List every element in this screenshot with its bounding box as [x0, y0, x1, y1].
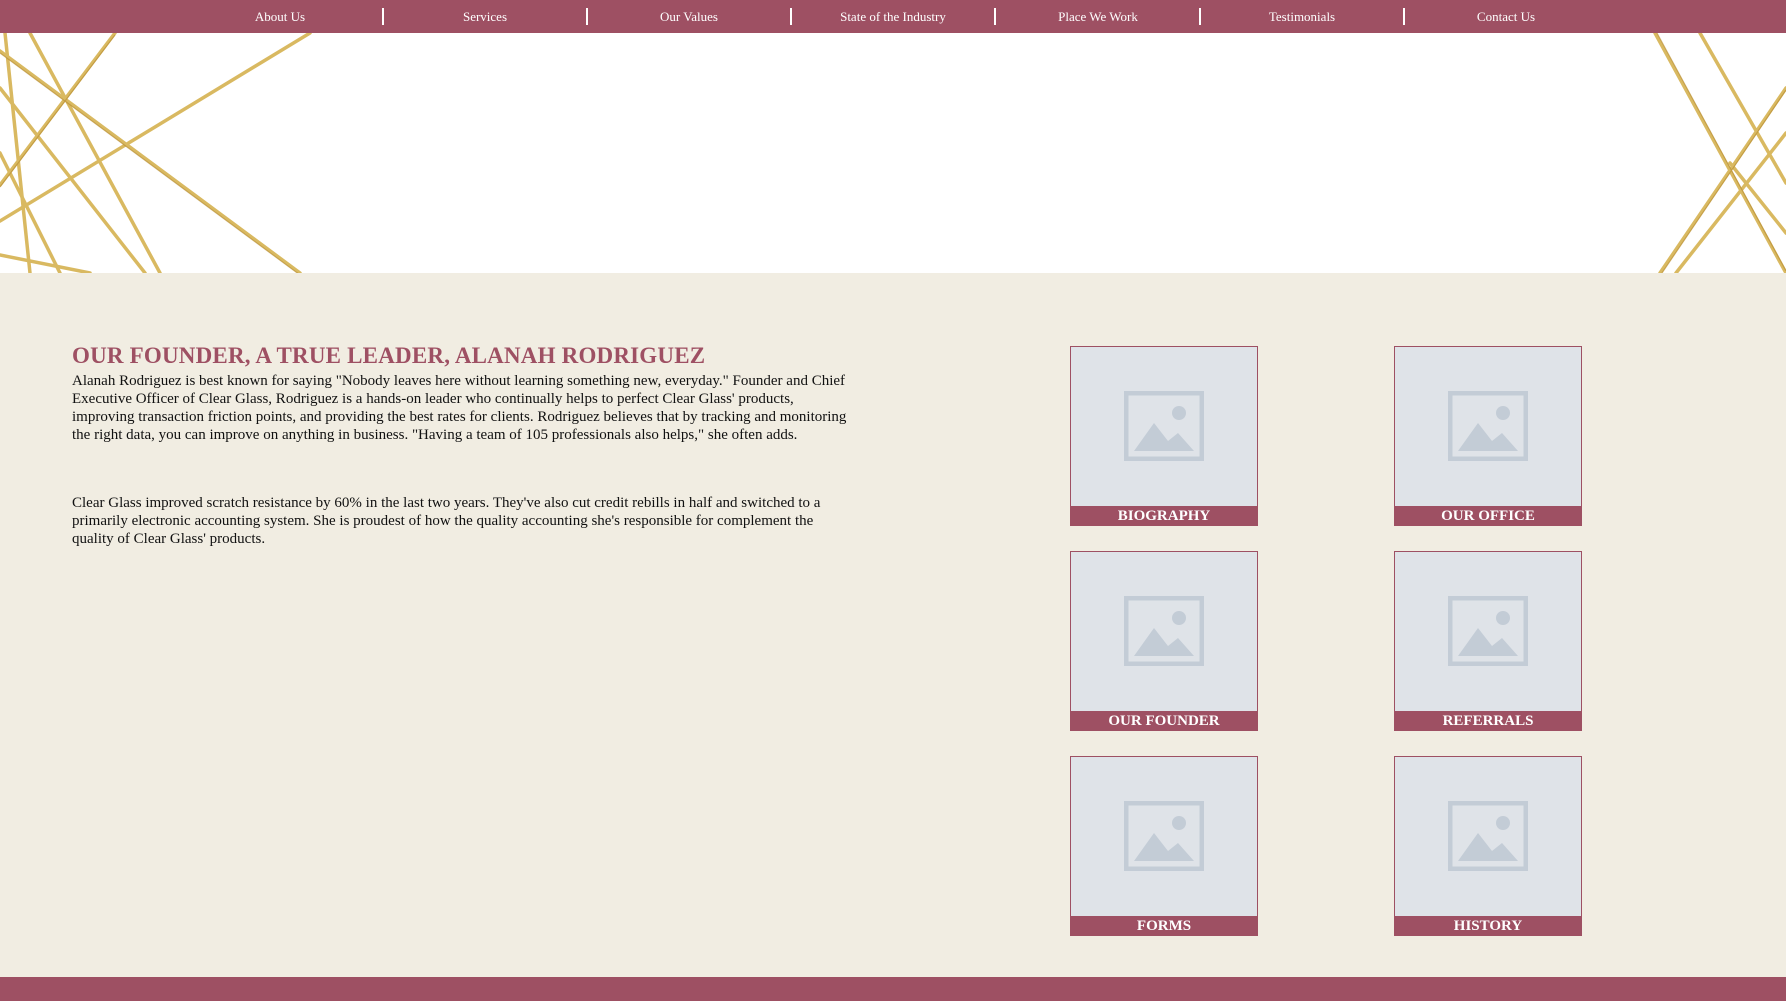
- image-placeholder-icon: [1124, 801, 1204, 871]
- tile-biography[interactable]: BIOGRAPHY: [1070, 346, 1258, 526]
- image-placeholder-icon: [1448, 801, 1528, 871]
- tile-our-founder[interactable]: OUR FOUNDER: [1070, 551, 1258, 731]
- tile-label: OUR FOUNDER: [1070, 711, 1258, 731]
- main-content: OUR FOUNDER, A TRUE LEADER, ALANAH RODRI…: [0, 273, 1786, 977]
- page-title: OUR FOUNDER, A TRUE LEADER, ALANAH RODRI…: [72, 343, 706, 368]
- gold-lines-decoration: [0, 33, 1786, 273]
- achievements-paragraph: Clear Glass improved scratch resistance …: [72, 495, 821, 547]
- tile-label: FORMS: [1070, 916, 1258, 936]
- tile-label: REFERRALS: [1394, 711, 1582, 731]
- nav-about-us[interactable]: About Us: [178, 0, 382, 33]
- page: About Us Services Our Values State of th…: [0, 0, 1786, 1001]
- tile-our-office[interactable]: OUR OFFICE: [1394, 346, 1582, 526]
- nav-state-of-the-industry[interactable]: State of the Industry: [791, 0, 995, 33]
- tile-label: HISTORY: [1394, 916, 1582, 936]
- top-navigation: About Us Services Our Values State of th…: [0, 0, 1786, 33]
- image-placeholder-icon: [1124, 391, 1204, 461]
- nav-our-values[interactable]: Our Values: [587, 0, 791, 33]
- image-placeholder-icon: [1448, 391, 1528, 461]
- tile-history[interactable]: HISTORY: [1394, 756, 1582, 936]
- footer-bar: [0, 977, 1786, 1001]
- nav-place-we-work[interactable]: Place We Work: [996, 0, 1200, 33]
- image-placeholder-icon: [1124, 596, 1204, 666]
- image-placeholder-icon: [1448, 596, 1528, 666]
- nav-services[interactable]: Services: [383, 0, 587, 33]
- tile-referrals[interactable]: REFERRALS: [1394, 551, 1582, 731]
- nav-testimonials[interactable]: Testimonials: [1200, 0, 1404, 33]
- intro-paragraph: Alanah Rodriguez is best known for sayin…: [72, 373, 847, 443]
- nav-contact-us[interactable]: Contact Us: [1404, 0, 1608, 33]
- tile-label: BIOGRAPHY: [1070, 506, 1258, 526]
- hero-banner: [0, 33, 1786, 273]
- tile-label: OUR OFFICE: [1394, 506, 1582, 526]
- tile-forms[interactable]: FORMS: [1070, 756, 1258, 936]
